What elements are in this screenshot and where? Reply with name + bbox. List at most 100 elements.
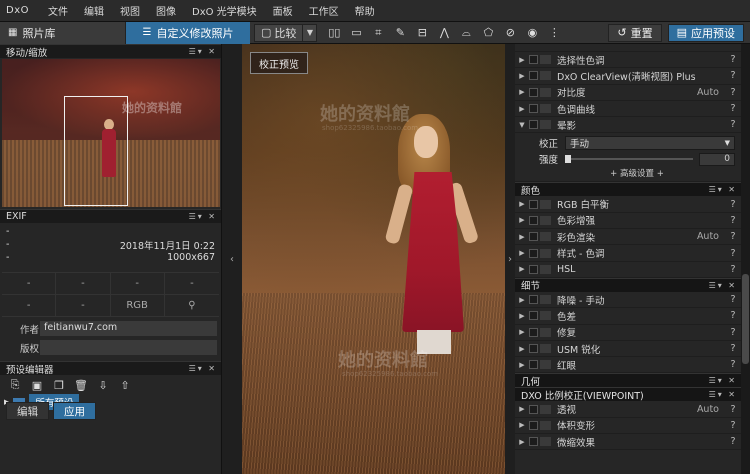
compare-button[interactable]: ▢ 比较 [254, 23, 304, 42]
toggle-icon[interactable] [540, 264, 551, 274]
zoom-frame[interactable] [64, 96, 128, 206]
chevron-right-icon[interactable]: ▶ [515, 438, 529, 446]
chevron-right-icon[interactable]: ▶ [515, 72, 529, 80]
help-icon[interactable]: ? [727, 404, 739, 415]
chevron-right-icon[interactable]: ▶ [515, 265, 529, 273]
help-icon[interactable]: ? [727, 310, 739, 321]
chevron-right-icon[interactable]: ▶ [515, 405, 529, 413]
enable-checkbox[interactable] [529, 199, 538, 209]
section-detail[interactable]: 细节 ☰▾ ✕ [515, 277, 741, 292]
palette-row[interactable]: ▶ 选择性色调? [515, 52, 741, 69]
enable-checkbox[interactable] [529, 295, 538, 305]
enable-checkbox[interactable] [529, 248, 538, 258]
help-icon[interactable]: ? [727, 54, 739, 65]
toggle-icon[interactable] [540, 295, 551, 305]
menu-panels[interactable]: 面板 [265, 3, 301, 18]
enable-checkbox[interactable] [529, 437, 538, 447]
enable-checkbox[interactable] [529, 264, 538, 274]
help-icon[interactable]: ? [727, 87, 739, 98]
palette-row[interactable]: ▶ 体积变形? [515, 418, 741, 435]
author-field[interactable]: feitianwu7.com [40, 321, 217, 336]
palette-row[interactable]: ▶ 降噪 - 手动? [515, 292, 741, 309]
palette-row[interactable]: ▶ 对比度 Auto? [515, 85, 741, 101]
palette-row[interactable]: ▶ DxO ClearView(清晰视图) Plus? [515, 68, 741, 85]
collapse-right-icon[interactable]: › [505, 44, 515, 474]
apply-preset-button[interactable]: ▤ 应用预设 [667, 23, 744, 42]
strength-input[interactable]: 0 [699, 152, 735, 166]
copyright-field[interactable] [40, 340, 217, 355]
tab-edit[interactable]: 编辑 [6, 402, 49, 420]
panel-menu-close-icon[interactable]: ☰▾ ✕ [709, 281, 737, 290]
delete-icon[interactable]: 🗑 [70, 379, 92, 392]
eye-icon[interactable]: ◉ [521, 22, 543, 44]
enable-checkbox[interactable] [529, 404, 538, 414]
panel-menu-close-icon[interactable]: ☰▾ ✕ [709, 185, 737, 194]
menu-edit[interactable]: 编辑 [76, 3, 112, 18]
reset-button[interactable]: ↺ 重置 [608, 23, 662, 42]
toggle-icon[interactable] [540, 420, 551, 430]
chevron-right-icon[interactable]: ▶ [515, 56, 529, 64]
enable-checkbox[interactable] [529, 215, 538, 225]
help-icon[interactable]: ? [727, 70, 739, 81]
palette-row[interactable]: ▶ 色差? [515, 308, 741, 325]
enable-checkbox[interactable] [529, 55, 538, 65]
toggle-icon[interactable] [540, 71, 551, 81]
chevron-right-icon[interactable]: ▶ [515, 345, 529, 353]
advanced-settings-link[interactable]: + 高级设置 + [539, 167, 735, 179]
new-from-image-icon[interactable]: ▣ [26, 379, 48, 392]
tab-apply[interactable]: 应用 [53, 402, 96, 420]
enable-checkbox[interactable] [529, 71, 538, 81]
menu-file[interactable]: 文件 [40, 3, 76, 18]
import-icon[interactable]: ⇩ [92, 379, 114, 392]
section-geometry[interactable]: 几何 ☰▾ ✕ [515, 373, 741, 388]
toggle-icon[interactable] [540, 437, 551, 447]
section-color[interactable]: 颜色 ☰▾ ✕ [515, 182, 741, 197]
new-preset-icon[interactable]: ⎘ [4, 378, 26, 392]
toggle-icon[interactable] [540, 327, 551, 337]
enable-checkbox[interactable] [529, 327, 538, 337]
toggle-icon[interactable] [540, 55, 551, 65]
enable-checkbox[interactable] [529, 344, 538, 353]
repair-icon[interactable]: ⊘ [499, 22, 521, 44]
navigator-thumbnail[interactable]: 她的资料館 [2, 59, 220, 207]
enable-checkbox[interactable] [529, 420, 538, 430]
help-icon[interactable]: ? [727, 119, 739, 130]
collapse-left-icon[interactable]: ‹ [222, 44, 242, 474]
panel-menu-close-icon[interactable]: ☰▾ ✕ [189, 212, 217, 221]
panel-menu-close-icon[interactable]: ☰▾ ✕ [709, 376, 737, 385]
toggle-icon[interactable] [540, 344, 551, 353]
panel-menu-close-icon[interactable]: ☰▾ ✕ [189, 364, 217, 373]
chevron-right-icon[interactable]: ▶ [515, 88, 529, 96]
palette-row[interactable]: ▶ HSL? [515, 262, 741, 278]
help-icon[interactable]: ? [727, 248, 739, 259]
toggle-icon[interactable] [540, 360, 551, 370]
toggle-icon[interactable] [540, 232, 551, 242]
strength-slider[interactable] [565, 155, 693, 164]
menu-help[interactable]: 帮助 [347, 3, 383, 18]
duplicate-icon[interactable]: ❐ [48, 379, 70, 392]
image-viewer[interactable]: 她的资料館 shop62325986.taobao.com 她的资料館 shop… [242, 44, 505, 474]
horizon-icon[interactable]: ⊟ [411, 22, 433, 44]
correction-select[interactable]: 手动 ▼ [565, 136, 735, 151]
toggle-icon[interactable] [540, 120, 551, 130]
panel-menu-close-icon[interactable]: ☰▾ ✕ [189, 47, 217, 56]
panel-menu-close-icon[interactable]: ☰▾ ✕ [709, 390, 737, 399]
palette-row[interactable]: ▶ 彩色渲染 Auto? [515, 229, 741, 246]
chevron-right-icon[interactable]: ▶ [515, 216, 529, 224]
perspective-icon[interactable]: ⋀ [433, 22, 455, 44]
toggle-icon[interactable] [540, 311, 551, 321]
palette-row[interactable]: ▶ 修复? [515, 325, 741, 341]
help-icon[interactable]: ? [727, 215, 739, 226]
help-icon[interactable]: ? [727, 264, 739, 275]
menu-dxo-optics[interactable]: DxO 光学模块 [184, 3, 265, 18]
menu-workspace[interactable]: 工作区 [301, 3, 347, 18]
export-icon[interactable]: ⇧ [114, 379, 136, 392]
chevron-right-icon[interactable]: ▶ [515, 361, 529, 369]
enable-checkbox[interactable] [529, 360, 538, 370]
chevron-down-icon[interactable]: ▼ [515, 121, 529, 129]
toggle-icon[interactable] [540, 215, 551, 225]
help-icon[interactable]: ? [727, 436, 739, 447]
help-icon[interactable]: ? [727, 103, 739, 114]
chevron-right-icon[interactable]: ▶ [515, 421, 529, 429]
correction-preview-button[interactable]: 校正预览 [250, 52, 308, 74]
